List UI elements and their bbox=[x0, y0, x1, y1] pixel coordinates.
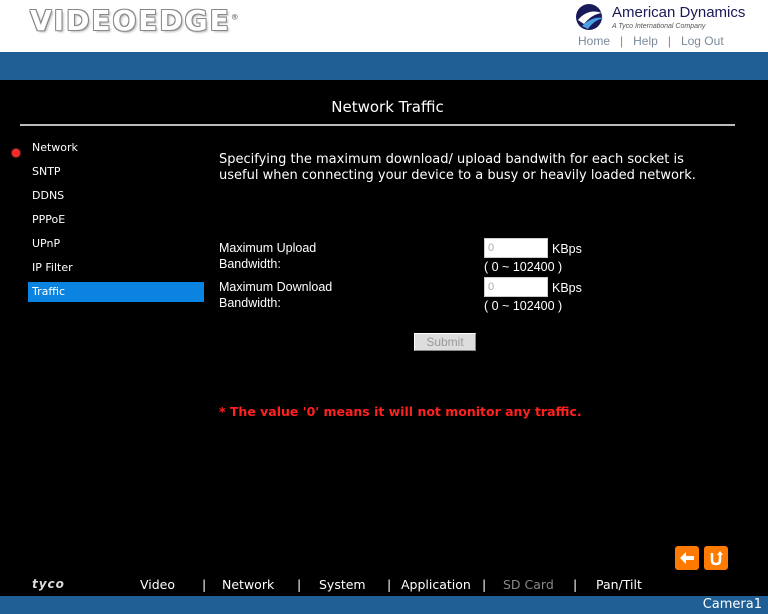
header: VIDEOEDGE® American Dynamics A Tyco Inte… bbox=[0, 0, 768, 52]
sidebar-item-upnp[interactable]: UPnP bbox=[28, 234, 204, 254]
top-links: Home | Help | Log Out bbox=[578, 34, 724, 48]
menu-separator: | bbox=[573, 577, 578, 592]
home-link[interactable]: Home bbox=[578, 34, 610, 48]
download-range: ( 0 ~ 102400 ) bbox=[484, 299, 563, 313]
menu-sd-card: SD Card bbox=[503, 577, 554, 592]
sidebar-item-network[interactable]: Network bbox=[28, 138, 204, 158]
upload-unit: KBps bbox=[552, 242, 582, 256]
link-separator: | bbox=[667, 34, 671, 48]
sidebar-item-traffic[interactable]: Traffic bbox=[28, 282, 204, 302]
page-title: Network Traffic bbox=[331, 98, 444, 116]
description-text: Specifying the maximum download/ upload … bbox=[219, 152, 696, 183]
download-unit: KBps bbox=[552, 281, 582, 295]
u-turn-icon bbox=[710, 551, 723, 566]
download-label-line2: Bandwidth: bbox=[219, 296, 281, 310]
submit-button[interactable]: Submit bbox=[414, 333, 476, 351]
header-bar bbox=[0, 52, 768, 80]
max-upload-input[interactable] bbox=[484, 238, 548, 258]
camera-name: Camera1 bbox=[702, 597, 762, 612]
menu-separator: | bbox=[297, 577, 302, 592]
videoedge-logo: VIDEOEDGE® bbox=[30, 4, 241, 37]
menu-separator: | bbox=[482, 577, 487, 592]
logo-text: VIDEOEDGE bbox=[30, 4, 231, 37]
menu-pan-tilt[interactable]: Pan/Tilt bbox=[596, 577, 642, 592]
brand-subtitle: A Tyco International Company bbox=[612, 23, 706, 30]
upload-label-line1: Maximum Upload bbox=[219, 241, 317, 255]
back-button[interactable] bbox=[675, 546, 699, 570]
traffic-note: * The value '0' means it will not monito… bbox=[219, 404, 582, 419]
max-download-input[interactable] bbox=[484, 277, 548, 297]
active-indicator-icon bbox=[12, 149, 20, 157]
menu-application[interactable]: Application bbox=[401, 577, 471, 592]
sidebar-item-pppoe[interactable]: PPPoE bbox=[28, 210, 204, 230]
menu-separator: | bbox=[202, 577, 207, 592]
arrow-left-icon bbox=[680, 552, 694, 564]
bottom-menu: tyco Video | Network | System | Applicat… bbox=[0, 574, 768, 596]
upload-label-line2: Bandwidth: bbox=[219, 257, 281, 271]
title-divider bbox=[20, 124, 735, 126]
sidebar-item-ip-filter[interactable]: IP Filter bbox=[28, 258, 204, 278]
tyco-logo: tyco bbox=[32, 577, 65, 591]
american-dynamics-logo-icon bbox=[576, 4, 604, 30]
logout-link[interactable]: Log Out bbox=[681, 34, 724, 48]
menu-video[interactable]: Video bbox=[140, 577, 175, 592]
help-link[interactable]: Help bbox=[633, 34, 658, 48]
menu-network[interactable]: Network bbox=[222, 577, 274, 592]
logo-trademark: ® bbox=[230, 12, 241, 22]
status-bar: Camera1 bbox=[0, 596, 768, 614]
refresh-button[interactable] bbox=[704, 546, 728, 570]
american-dynamics-brand: American Dynamics A Tyco International C… bbox=[574, 2, 768, 32]
brand-name: American Dynamics bbox=[612, 4, 746, 21]
sidebar-item-ddns[interactable]: DDNS bbox=[28, 186, 204, 206]
sidebar-item-sntp[interactable]: SNTP bbox=[28, 162, 204, 182]
menu-separator: | bbox=[387, 577, 392, 592]
upload-range: ( 0 ~ 102400 ) bbox=[484, 260, 563, 274]
download-label-line1: Maximum Download bbox=[219, 280, 333, 294]
link-separator: | bbox=[620, 34, 624, 48]
menu-system[interactable]: System bbox=[319, 577, 366, 592]
